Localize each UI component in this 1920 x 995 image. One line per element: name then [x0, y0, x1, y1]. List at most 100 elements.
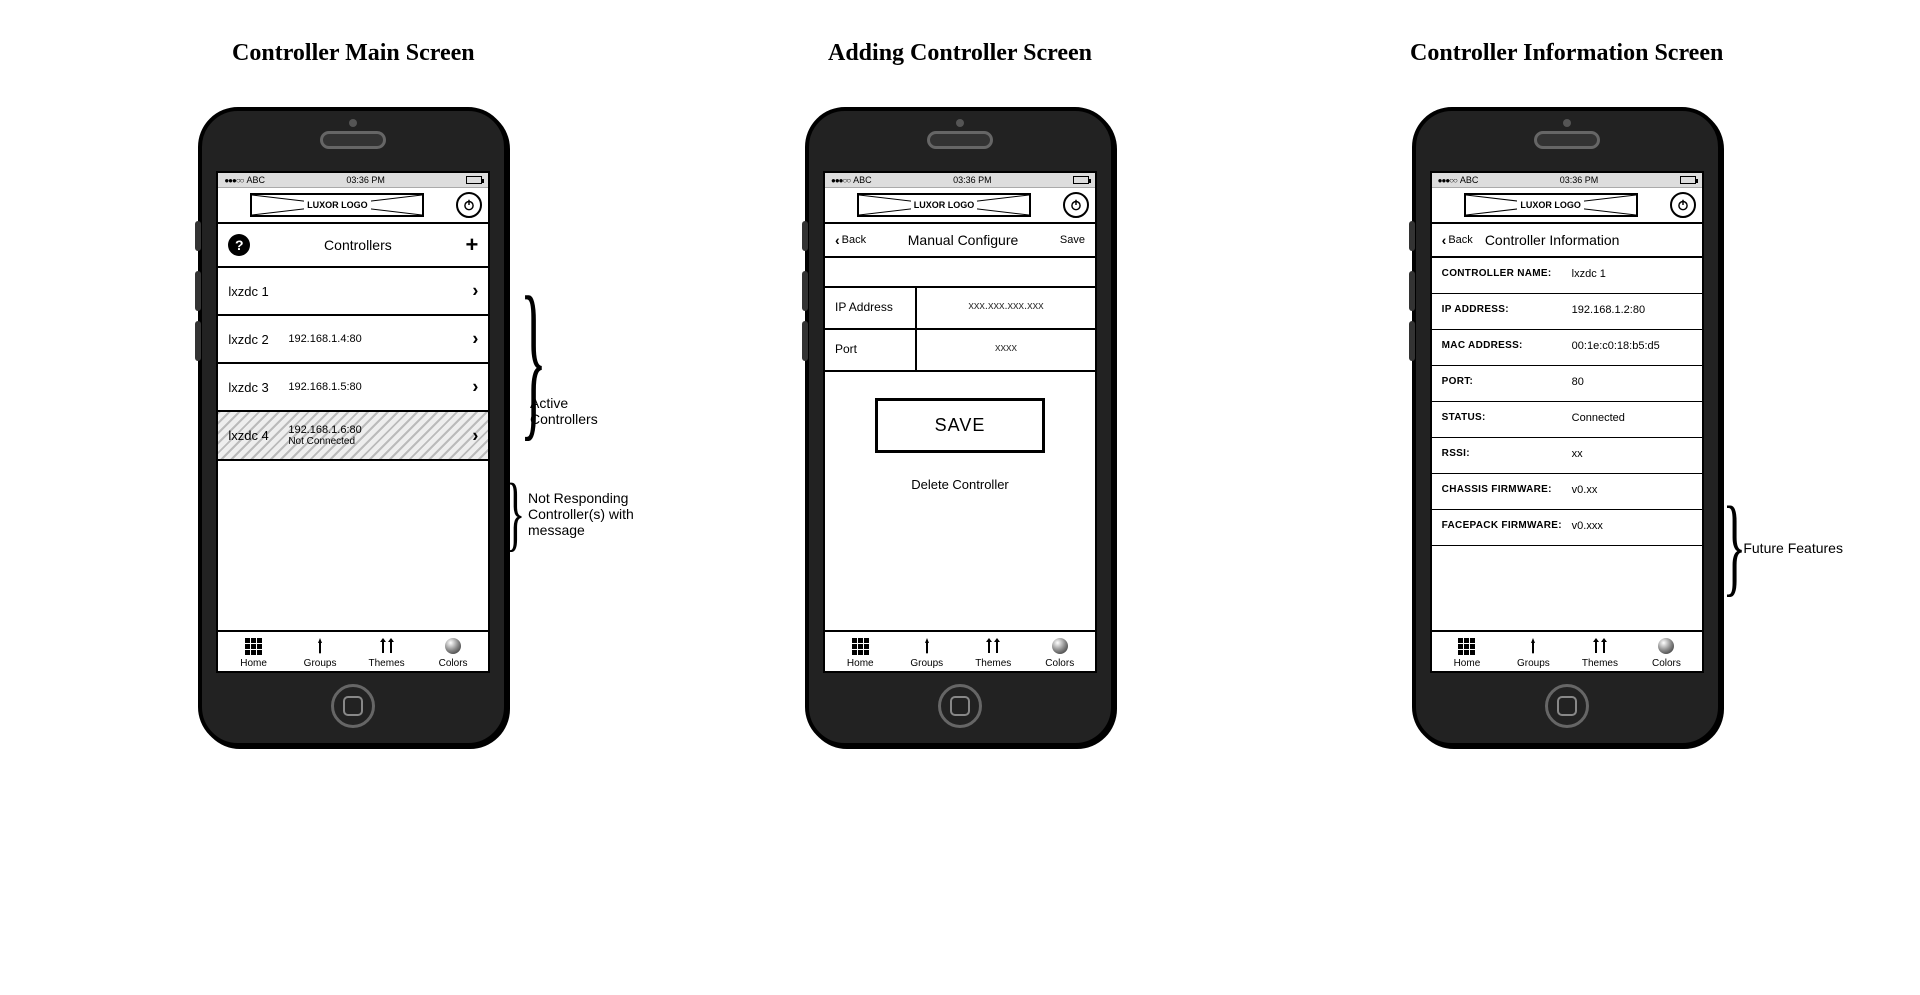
phone-frame: ●●●○○ ABC 03:36 PM LUXOR LOGO — [805, 107, 1115, 747]
status-bar: ●●●○○ ABC 03:36 PM — [1432, 173, 1702, 188]
controller-list: lxzdc 1 › lxzdc 2 192.168.1.4:80 › lxzdc… — [218, 268, 488, 630]
controller-name: lxzdc 3 — [228, 380, 288, 395]
page-title: Controllers — [324, 237, 392, 253]
tab-bar: Home Groups Themes Colors — [218, 630, 488, 671]
add-controller-button[interactable]: + — [465, 232, 478, 258]
home-grid-icon — [850, 636, 870, 656]
logo-row: LUXOR LOGO — [1432, 188, 1702, 224]
phone-home-button[interactable] — [938, 684, 982, 728]
power-icon — [1676, 198, 1690, 212]
info-row-port: PORT: 80 — [1432, 366, 1702, 402]
chevron-right-icon: › — [472, 377, 478, 398]
controller-ip: 192.168.1.4:80 — [288, 333, 361, 345]
groups-icon — [310, 636, 330, 656]
signal-icon: ●●●○○ — [831, 176, 850, 185]
controller-row[interactable]: lxzdc 2 192.168.1.4:80 › — [218, 316, 488, 364]
screen-block-info: Controller Information Screen ●●●○○ ABC … — [1293, 40, 1840, 747]
signal-icon: ●●●○○ — [224, 176, 243, 185]
power-button[interactable] — [1063, 192, 1089, 218]
tab-groups[interactable]: Groups — [894, 636, 961, 669]
annotation-not-responding: Not Responding Controller(s) with messag… — [528, 490, 634, 538]
caption-main: Controller Main Screen — [232, 40, 475, 67]
annotation-active: Active Controllers — [530, 395, 598, 427]
home-grid-icon — [244, 636, 264, 656]
save-link[interactable]: Save — [1060, 234, 1085, 246]
controller-row[interactable]: lxzdc 1 › — [218, 268, 488, 316]
carrier-label: ABC — [247, 175, 266, 185]
port-input[interactable]: xxxx — [917, 330, 1095, 370]
info-row-mac: MAC ADDRESS: 00:1e:c0:18:b5:d5 — [1432, 330, 1702, 366]
controller-name: lxzdc 4 — [228, 428, 288, 443]
caption-info: Controller Information Screen — [1410, 40, 1723, 67]
caption-adding: Adding Controller Screen — [828, 40, 1092, 67]
logo-placeholder: LUXOR LOGO — [857, 193, 1031, 217]
tab-home[interactable]: Home — [827, 636, 894, 669]
phone-home-button[interactable] — [331, 684, 375, 728]
status-bar: ●●●○○ ABC 03:36 PM — [218, 173, 488, 188]
tab-bar: Home Groups Themes Colors — [825, 630, 1095, 671]
info-row-rssi: RSSI: xx — [1432, 438, 1702, 474]
phone-frame: ●●●○○ ABC 03:36 PM LUXOR LOGO — [198, 107, 508, 747]
chevron-right-icon: › — [472, 281, 478, 302]
screen-block-main: Controller Main Screen ●●●○○ ABC 03:36 P… — [80, 40, 627, 747]
annotation-future: Future Features — [1743, 540, 1843, 556]
info-row-name: CONTROLLER NAME: lxzdc 1 — [1432, 258, 1702, 294]
signal-icon: ●●●○○ — [1438, 176, 1457, 185]
tab-colors[interactable]: Colors — [420, 636, 487, 669]
chevron-right-icon: › — [472, 329, 478, 350]
tab-home[interactable]: Home — [220, 636, 287, 669]
back-button[interactable]: ‹ Back — [1442, 232, 1473, 248]
carrier-label: ABC — [1460, 175, 1479, 185]
groups-icon — [917, 636, 937, 656]
controller-name: lxzdc 1 — [228, 284, 288, 299]
ip-input[interactable]: xxx.xxx.xxx.xxx — [917, 288, 1095, 328]
tab-colors[interactable]: Colors — [1633, 636, 1700, 669]
info-list: CONTROLLER NAME: lxzdc 1 IP ADDRESS: 192… — [1432, 258, 1702, 630]
themes-icon — [377, 636, 397, 656]
back-button[interactable]: ‹ Back — [835, 232, 866, 248]
controller-ip: 192.168.1.5:80 — [288, 381, 361, 393]
battery-icon — [1680, 176, 1696, 184]
phone-home-button[interactable] — [1545, 684, 1589, 728]
colors-icon — [1656, 636, 1676, 656]
tab-groups[interactable]: Groups — [287, 636, 354, 669]
chevron-right-icon: › — [472, 425, 478, 446]
form-row-port: Port xxxx — [825, 330, 1095, 372]
tab-colors[interactable]: Colors — [1027, 636, 1094, 669]
home-grid-icon — [1457, 636, 1477, 656]
colors-icon — [1050, 636, 1070, 656]
power-button[interactable] — [1670, 192, 1696, 218]
delete-controller-link[interactable]: Delete Controller — [825, 463, 1095, 506]
screen-block-adding: Adding Controller Screen ●●●○○ ABC 03:36… — [687, 40, 1234, 747]
help-button[interactable]: ? — [228, 234, 250, 256]
header-row: ? Controllers + — [218, 224, 488, 268]
tab-themes[interactable]: Themes — [353, 636, 420, 669]
page-title: Manual Configure — [908, 232, 1019, 248]
tab-home[interactable]: Home — [1434, 636, 1501, 669]
tab-themes[interactable]: Themes — [960, 636, 1027, 669]
chevron-left-icon: ‹ — [1442, 232, 1447, 248]
power-icon — [462, 198, 476, 212]
logo-placeholder: LUXOR LOGO — [250, 193, 424, 217]
info-row-facepack: FACEPACK FIRMWARE: v0.xxx — [1432, 510, 1702, 546]
clock-label: 03:36 PM — [346, 175, 385, 185]
controller-status: Not Connected — [288, 436, 361, 447]
carrier-label: ABC — [853, 175, 872, 185]
form-area: IP Address xxx.xxx.xxx.xxx Port xxxx SAV… — [825, 258, 1095, 630]
save-button[interactable]: SAVE — [875, 398, 1045, 453]
groups-icon — [1523, 636, 1543, 656]
logo-row: LUXOR LOGO — [825, 188, 1095, 224]
battery-icon — [1073, 176, 1089, 184]
info-row-chassis: CHASSIS FIRMWARE: v0.xx — [1432, 474, 1702, 510]
power-icon — [1069, 198, 1083, 212]
power-button[interactable] — [456, 192, 482, 218]
controller-row-disconnected[interactable]: lxzdc 4 192.168.1.6:80 Not Connected › — [218, 412, 488, 461]
controller-row[interactable]: lxzdc 3 192.168.1.5:80 › — [218, 364, 488, 412]
port-label: Port — [825, 330, 917, 370]
tab-themes[interactable]: Themes — [1567, 636, 1634, 669]
page-title: Controller Information — [1485, 232, 1620, 248]
colors-icon — [443, 636, 463, 656]
tab-groups[interactable]: Groups — [1500, 636, 1567, 669]
controller-name: lxzdc 2 — [228, 332, 288, 347]
themes-icon — [1590, 636, 1610, 656]
